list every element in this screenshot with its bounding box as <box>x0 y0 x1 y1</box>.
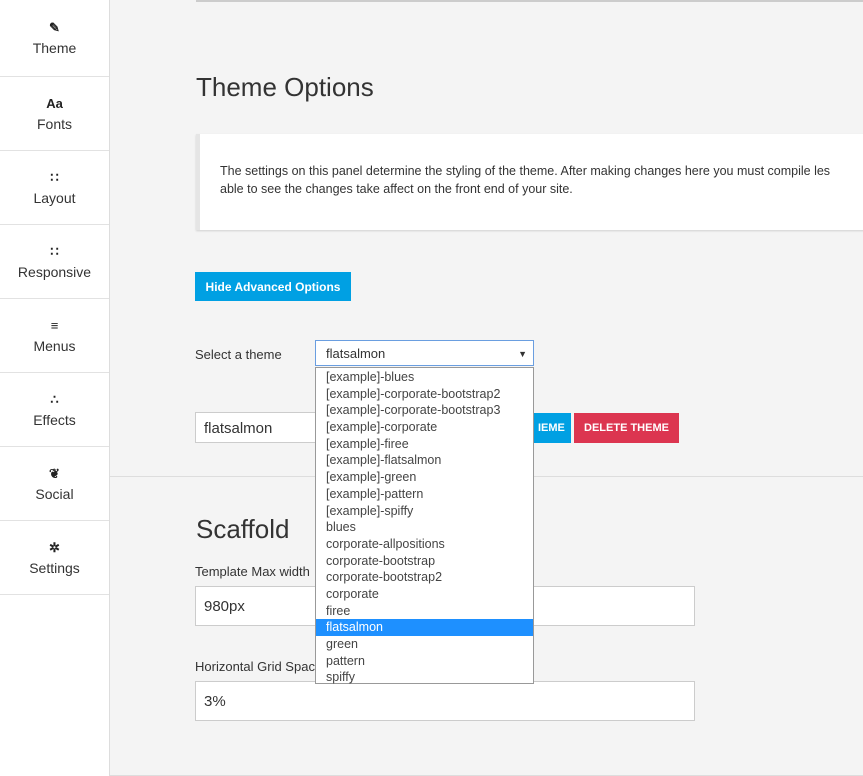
delete-theme-button[interactable]: DELETE THEME <box>574 413 679 443</box>
dropdown-option[interactable]: [example]-flatsalmon <box>316 452 533 469</box>
hide-advanced-options-button[interactable]: Hide Advanced Options <box>195 272 351 301</box>
sidebar-item-label: Social <box>35 485 74 502</box>
sidebar-item-social[interactable]: ❦ Social <box>0 447 109 521</box>
grid-spacing-label: Horizontal Grid Spac <box>195 659 315 674</box>
info-text: The settings on this panel determine the… <box>220 162 863 198</box>
sidebar-item-label: Layout <box>33 189 76 206</box>
dropdown-option[interactable]: corporate-bootstrap <box>316 553 533 570</box>
dropdown-option[interactable]: corporate-allpositions <box>316 536 533 553</box>
dropdown-option[interactable]: [example]-corporate <box>316 419 533 436</box>
grid-icon: ∷ <box>50 243 59 259</box>
dropdown-option[interactable]: corporate-bootstrap2 <box>316 569 533 586</box>
page-title: Theme Options <box>196 72 374 102</box>
dropdown-option[interactable]: [example]-blues <box>316 369 533 386</box>
dropdown-option[interactable]: corporate <box>316 586 533 603</box>
sidebar-item-label: Menus <box>33 337 76 354</box>
feather-icon: ✎ <box>49 20 60 35</box>
grid-spacing-input[interactable]: 3% <box>195 681 695 721</box>
main-panel: Theme Options The settings on this panel… <box>110 0 863 776</box>
dropdown-option[interactable]: pattern <box>316 653 533 670</box>
sidebar-item-layout[interactable]: ∷ Layout <box>0 151 109 225</box>
sidebar-item-label: Settings <box>29 559 80 576</box>
sidebar-item-effects[interactable]: ∴ Effects <box>0 373 109 447</box>
sidebar-item-label: Effects <box>33 411 76 428</box>
dropdown-option[interactable]: spiffy <box>316 669 533 686</box>
info-text-line-1: The settings on this panel determine the… <box>220 164 831 178</box>
dropdown-option[interactable]: firee <box>316 603 533 620</box>
dropdown-option[interactable]: [example]-firee <box>316 436 533 453</box>
theme-dropdown-list: [example]-blues [example]-corporate-boots… <box>315 367 534 684</box>
theme-select-value: flatsalmon <box>326 346 386 361</box>
top-divider <box>196 0 863 2</box>
chevron-down-icon: ▼ <box>518 349 527 359</box>
dropdown-option[interactable]: [example]-spiffy <box>316 503 533 520</box>
sidebar-item-fonts[interactable]: Aa Fonts <box>0 77 109 151</box>
sidebar-item-theme[interactable]: ✎ Theme <box>0 0 109 77</box>
save-theme-button[interactable]: IEME <box>534 413 571 443</box>
dropdown-option[interactable]: blues <box>316 519 533 536</box>
menu-icon: ≡ <box>50 317 59 333</box>
font-icon: Aa <box>46 95 63 111</box>
dropdown-option[interactable]: [example]-pattern <box>316 486 533 503</box>
sidebar-item-menus[interactable]: ≡ Menus <box>0 299 109 373</box>
sidebar-item-label: Responsive <box>17 263 92 280</box>
scaffold-title: Scaffold <box>196 514 290 544</box>
theme-name-input[interactable]: flatsalmon <box>195 412 325 443</box>
grid-icon: ∷ <box>50 169 59 185</box>
select-theme-label: Select a theme <box>195 347 282 362</box>
dropdown-option[interactable]: green <box>316 636 533 653</box>
theme-select[interactable]: flatsalmon ▼ <box>315 340 534 366</box>
sidebar-item-responsive[interactable]: ∷ Responsive <box>0 225 109 299</box>
sidebar: ✎ Theme Aa Fonts ∷ Layout ∷ Responsive ≡… <box>0 0 110 776</box>
dropdown-option[interactable]: [example]-corporate-bootstrap2 <box>316 386 533 403</box>
info-box: The settings on this panel determine the… <box>196 134 863 230</box>
dropdown-option[interactable]: [example]-green <box>316 469 533 486</box>
twitter-icon: ❦ <box>49 465 60 481</box>
dropdown-option[interactable]: [example]-corporate-bootstrap3 <box>316 402 533 419</box>
drops-icon: ∴ <box>50 391 59 407</box>
sidebar-item-settings[interactable]: ✲ Settings <box>0 521 109 595</box>
sidebar-item-label: Fonts <box>36 115 72 132</box>
max-width-label: Template Max width <box>195 564 310 579</box>
gear-icon: ✲ <box>49 539 60 555</box>
dropdown-option[interactable]: flatsalmon <box>316 619 533 636</box>
info-text-line-2: able to see the changes take affect on t… <box>220 182 573 196</box>
sidebar-item-label: Theme <box>32 40 77 56</box>
